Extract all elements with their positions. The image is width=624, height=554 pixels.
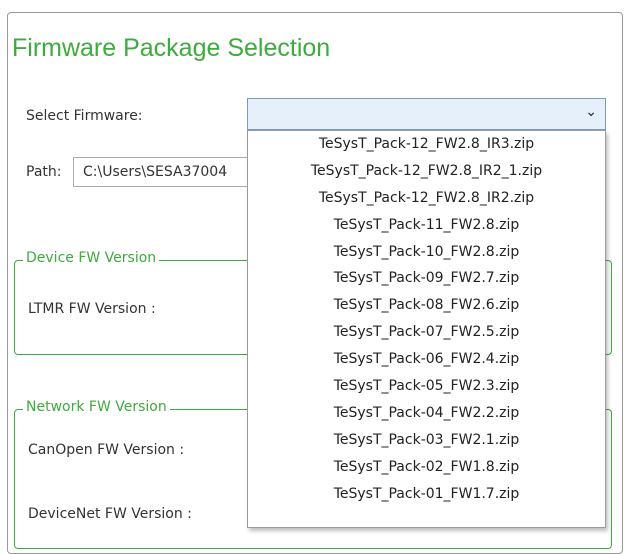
devicenet-fw-version-label: DeviceNet FW Version : — [28, 506, 192, 522]
chevron-down-icon[interactable]: ⌄ — [585, 104, 597, 120]
firmware-dropdown-list[interactable]: TeSysT_Pack-12_FW2.8_IR3.zip TeSysT_Pack… — [247, 130, 606, 528]
firmware-option[interactable]: TeSysT_Pack-12_FW2.8_IR2_1.zip — [248, 158, 605, 185]
firmware-option[interactable]: TeSysT_Pack-08_FW2.6.zip — [248, 292, 605, 319]
firmware-option[interactable]: TeSysT_Pack-09_FW2.7.zip — [248, 265, 605, 292]
firmware-option[interactable]: TeSysT_Pack-04_FW2.2.zip — [248, 400, 605, 427]
device-fw-legend: Device FW Version — [23, 250, 160, 266]
firmware-option[interactable]: TeSysT_Pack-01_FW1.7.zip — [248, 481, 605, 508]
path-label: Path: — [26, 164, 62, 180]
firmware-option[interactable]: TeSysT_Pack-11_FW2.8.zip — [248, 212, 605, 239]
firmware-option[interactable]: TeSysT_Pack-03_FW2.1.zip — [248, 427, 605, 454]
firmware-option[interactable]: TeSysT_Pack-05_FW2.3.zip — [248, 373, 605, 400]
firmware-option[interactable]: TeSysT_Pack-02_FW1.8.zip — [248, 454, 605, 481]
firmware-select[interactable]: ⌄ — [247, 98, 606, 130]
path-field[interactable]: C:\Users\SESA37004 — [73, 157, 258, 187]
select-firmware-label: Select Firmware: — [26, 108, 143, 124]
canopen-fw-version-label: CanOpen FW Version : — [28, 442, 185, 458]
firmware-option[interactable]: TeSysT_Pack-10_FW2.8.zip — [248, 239, 605, 266]
firmware-option[interactable]: TeSysT_Pack-12_FW2.8_IR2.zip — [248, 185, 605, 212]
page-title: Firmware Package Selection — [12, 34, 331, 62]
firmware-option[interactable]: TeSysT_Pack-07_FW2.5.zip — [248, 319, 605, 346]
ltmr-fw-version-label: LTMR FW Version : — [28, 301, 156, 317]
firmware-option[interactable]: TeSysT_Pack-06_FW2.4.zip — [248, 346, 605, 373]
firmware-option[interactable]: TeSysT_Pack-12_FW2.8_IR3.zip — [248, 131, 605, 158]
network-fw-legend: Network FW Version — [23, 399, 170, 415]
